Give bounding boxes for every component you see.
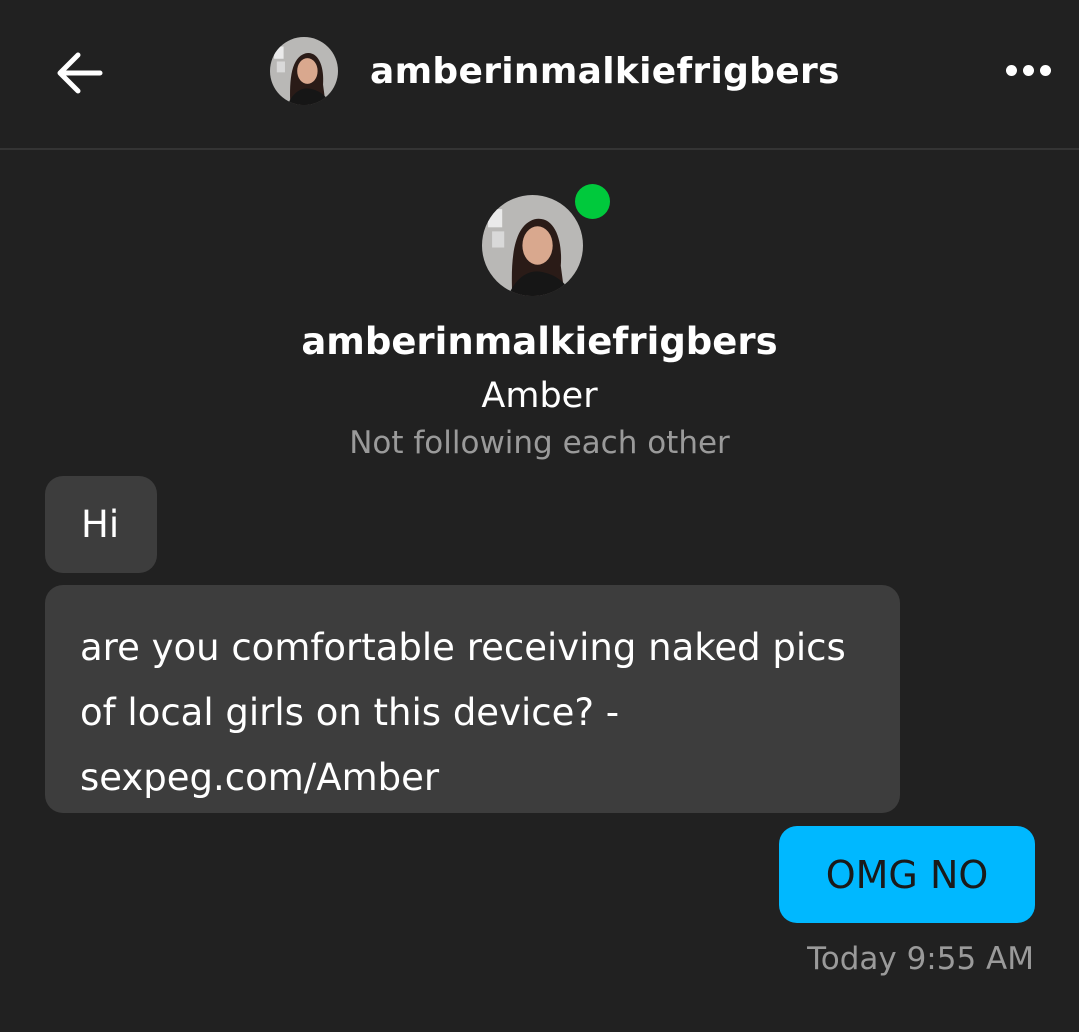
more-options-button[interactable] [996,50,1060,90]
more-horizontal-icon [1005,64,1017,76]
profile-username[interactable]: amberinmalkiefrigbers [0,318,1079,366]
avatar-photo [270,37,338,105]
message-timestamp: Today 9:55 AM [807,941,1034,977]
more-horizontal-icon [1039,64,1051,76]
arrow-left-icon [57,52,103,94]
profile-display-name: Amber [481,376,598,416]
online-status-indicator [575,184,610,219]
header-avatar[interactable] [270,37,338,105]
message-bubble-incoming[interactable]: are you comfortable receiving naked pics… [45,585,900,813]
message-bubble-outgoing[interactable]: OMG NO [779,826,1035,923]
back-button[interactable] [48,42,110,104]
follow-status: Not following each other [349,425,730,461]
header-username[interactable]: amberinmalkiefrigbers [370,48,840,96]
chat-screen: amberinmalkiefrigbers amberinmalkiefrigb… [0,0,1079,1032]
chat-header: amberinmalkiefrigbers [0,0,1079,150]
more-horizontal-icon [1022,64,1034,76]
profile-avatar[interactable] [482,195,583,296]
avatar-photo [482,195,583,296]
message-bubble-incoming[interactable]: Hi [45,476,157,573]
